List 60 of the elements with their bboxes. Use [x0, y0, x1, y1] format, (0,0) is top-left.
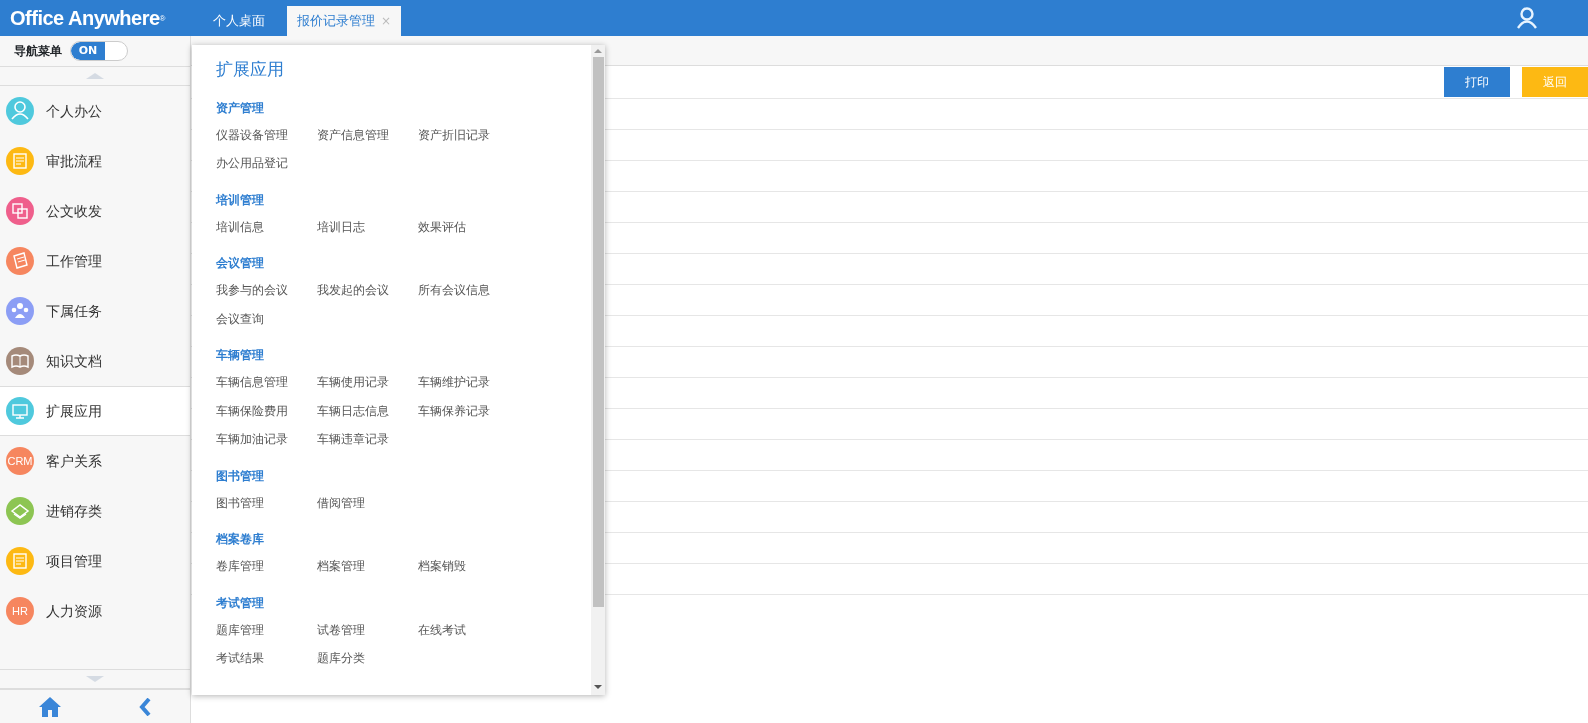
group-heading: 图书管理 [216, 467, 265, 485]
menu-link[interactable]: 档案管理 [317, 559, 365, 573]
menu-link[interactable]: 培训日志 [317, 219, 365, 234]
popup-title: 扩展应用 [216, 58, 285, 81]
menu-link[interactable]: 题库管理 [216, 622, 264, 637]
menu-link[interactable]: 培训信息 [216, 219, 264, 234]
menu-link[interactable]: 卷库管理 [216, 559, 264, 573]
sidebar-item[interactable]: 知识文档 [0, 336, 190, 386]
tab[interactable]: 报价记录管理 × [287, 6, 402, 36]
home-icon[interactable] [39, 696, 61, 717]
group-heading: 资产管理 [216, 99, 265, 117]
sidebar-item[interactable]: 项目管理 [0, 536, 190, 586]
sidebar-item[interactable]: 工作管理 [0, 236, 190, 286]
menu-link[interactable]: 借阅管理 [317, 495, 365, 510]
sidebar-item[interactable]: 个人办公 [0, 86, 190, 136]
group-heading: 档案卷库 [216, 531, 265, 548]
menu-link[interactable]: 资产折旧记录 [418, 127, 490, 142]
menu-link[interactable]: 车辆违章记录 [317, 432, 389, 446]
toggle-switch[interactable]: ON [70, 41, 128, 61]
sidebar-item[interactable]: HR 人力资源 [0, 586, 190, 636]
menu-link[interactable]: 会议查询 [216, 311, 264, 326]
sidebar-item[interactable]: 下属任务 [0, 286, 190, 336]
menu-link[interactable]: 车辆使用记录 [317, 375, 389, 389]
menu-link[interactable]: 仪器设备管理 [216, 127, 288, 142]
collapse-icon[interactable] [139, 697, 151, 716]
app-icon: CRM [6, 447, 34, 475]
menu-link[interactable]: 我发起的会议 [317, 283, 389, 297]
menu-link[interactable]: 车辆信息管理 [216, 375, 288, 389]
menu-link[interactable]: 所有会议信息 [418, 283, 490, 297]
group-heading: 培训管理 [216, 191, 265, 209]
menu-link[interactable]: 车辆日志信息 [317, 403, 389, 418]
menu-link[interactable]: 档案销毁 [418, 559, 466, 573]
tab[interactable]: 个人桌面 [203, 6, 275, 36]
menu-link[interactable]: 试卷管理 [317, 622, 365, 637]
scrollbar-thumb[interactable] [592, 57, 604, 607]
menu-link[interactable]: 考试结果 [216, 651, 264, 665]
menu-link[interactable]: 在线考试 [418, 622, 466, 637]
sidebar-item[interactable]: 公文收发 [0, 186, 190, 236]
menu-link[interactable]: 效果评估 [418, 219, 466, 234]
menu-link[interactable]: 车辆维护记录 [418, 375, 490, 389]
menu-link[interactable]: 办公用品登记 [216, 156, 288, 170]
sidebar-item[interactable]: 扩展应用 [0, 386, 190, 436]
sidebar-item[interactable]: 进销存类 [0, 486, 190, 536]
group-heading: 会议管理 [216, 255, 265, 272]
menu-link[interactable]: 资产信息管理 [317, 127, 389, 142]
menu-link[interactable]: 题库分类 [317, 651, 365, 665]
toolbar-button[interactable]: 打印 [1444, 67, 1510, 97]
app-icon: HR [6, 597, 34, 625]
group-heading: 车辆管理 [216, 347, 265, 364]
nav-menu-label: 导航菜单 [14, 43, 62, 60]
menu-link[interactable]: 我参与的会议 [216, 283, 288, 297]
menu-link[interactable]: 车辆加油记录 [216, 432, 288, 446]
menu-link[interactable]: 图书管理 [216, 495, 264, 510]
sidebar-item[interactable]: 审批流程 [0, 136, 190, 186]
menu-link[interactable]: 车辆保险费用 [216, 403, 288, 418]
user-icon[interactable] [1516, 7, 1538, 29]
sidebar-item[interactable]: CRM 客户关系 [0, 436, 190, 486]
group-heading: 考试管理 [216, 594, 265, 612]
logo: Office Anywhere$^{®}$ [9, 6, 167, 30]
menu-link[interactable]: 车辆保养记录 [418, 403, 490, 418]
